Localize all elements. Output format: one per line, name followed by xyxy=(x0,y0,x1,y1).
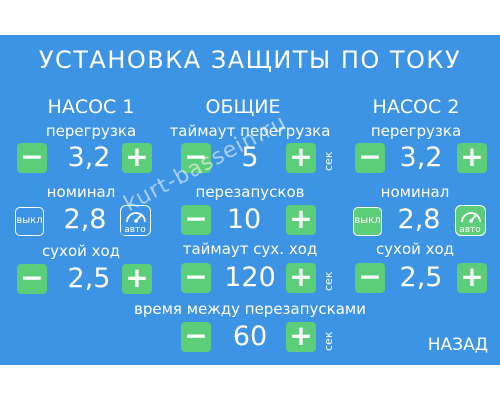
between-restarts-value: 60 xyxy=(232,321,268,352)
pump2-dry-run-value: 2,5 xyxy=(399,262,443,293)
between-restarts-minus-button[interactable]: − xyxy=(181,322,211,352)
pump2-overload-minus-button[interactable]: − xyxy=(355,143,385,173)
pump2-auto-label: авто xyxy=(459,225,481,235)
settings-panel: УСТАНОВКА ЗАЩИТЫ ПО ТОКУ НАСОС 1 ОБЩИЕ Н… xyxy=(0,35,500,365)
pump1-overload-label: перегрузка xyxy=(45,122,137,140)
pump2-off-button[interactable]: выкл xyxy=(353,207,382,236)
page-title: УСТАНОВКА ЗАЩИТЫ ПО ТОКУ xyxy=(38,46,462,74)
dry-timeout-plus-button[interactable]: + xyxy=(286,263,316,293)
restarts-value: 10 xyxy=(226,204,262,235)
pump1-dry-run-value: 2,5 xyxy=(67,263,111,294)
between-restarts-plus-button[interactable]: + xyxy=(286,322,316,352)
dry-timeout-minus-button[interactable]: − xyxy=(181,263,211,293)
gauge-icon xyxy=(461,212,481,223)
restarts-plus-button[interactable]: + xyxy=(286,205,316,235)
pump2-nominal-label: номинал xyxy=(380,183,450,201)
pump1-dry-run-label: сухой ход xyxy=(41,242,121,260)
pump2-auto-button[interactable]: авто xyxy=(455,205,486,236)
dry-timeout-value: 120 xyxy=(224,262,276,293)
pump2-overload-label: перегрузка xyxy=(370,122,462,140)
pump1-header: НАСОС 1 xyxy=(47,96,135,118)
between-restarts-unit: сек xyxy=(322,331,335,351)
pump1-overload-plus-button[interactable]: + xyxy=(122,143,152,173)
restarts-minus-button[interactable]: − xyxy=(181,205,211,235)
pump1-dry-run-plus-button[interactable]: + xyxy=(122,264,152,294)
pump1-auto-label: авто xyxy=(121,225,149,235)
pump2-dry-run-minus-button[interactable]: − xyxy=(355,263,385,293)
overload-timeout-plus-button[interactable]: + xyxy=(286,143,316,173)
pump2-overload-value: 3,2 xyxy=(399,142,443,173)
pump1-overload-minus-button[interactable]: − xyxy=(17,143,47,173)
pump2-dry-run-plus-button[interactable]: + xyxy=(457,263,487,293)
dry-timeout-label: таймаут сух. ход xyxy=(182,240,318,258)
overload-timeout-unit: сек xyxy=(322,151,335,171)
dry-timeout-unit: сек xyxy=(322,271,335,291)
between-restarts-label: время между перезапусками xyxy=(134,300,366,318)
pump1-overload-value: 3,2 xyxy=(67,142,111,173)
pump2-header: НАСОС 2 xyxy=(372,96,460,118)
common-header: ОБЩИЕ xyxy=(205,96,281,118)
pump1-dry-run-minus-button[interactable]: − xyxy=(17,264,47,294)
pump1-nominal-value: 2,8 xyxy=(63,204,107,235)
pump2-nominal-value: 2,8 xyxy=(397,204,441,235)
pump2-dry-run-label: сухой ход xyxy=(375,240,455,258)
back-button[interactable]: НАЗАД xyxy=(428,335,488,355)
pump2-overload-plus-button[interactable]: + xyxy=(457,143,487,173)
pump1-off-button[interactable]: выкл xyxy=(15,207,44,236)
